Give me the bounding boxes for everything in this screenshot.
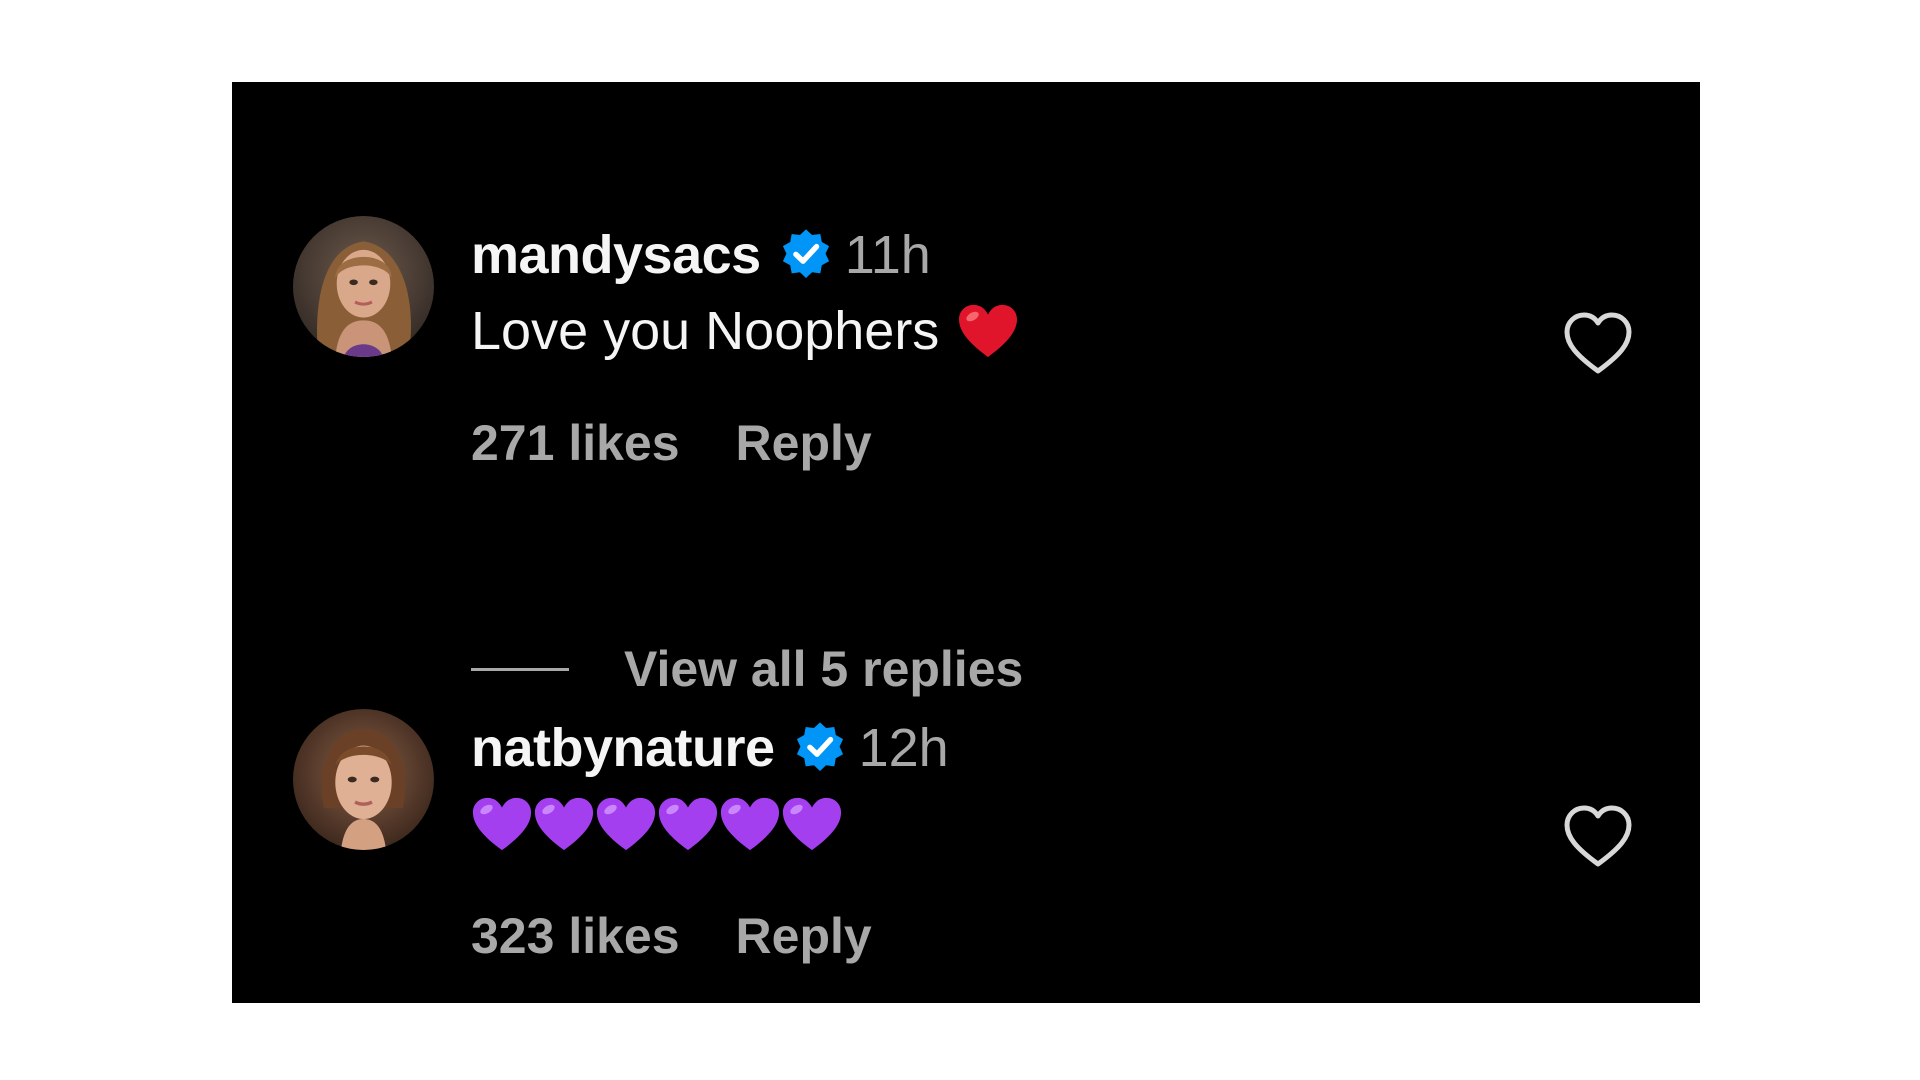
likes-count[interactable]: 271 likes bbox=[471, 414, 680, 472]
view-replies-label: View all 5 replies bbox=[624, 641, 1024, 697]
comment-body: Love you Noophers bbox=[471, 301, 940, 361]
avatar[interactable] bbox=[293, 709, 434, 850]
comments-panel: mandysacs 11h Love you Noophers 271 like… bbox=[232, 82, 1700, 1003]
verified-badge-icon bbox=[779, 228, 833, 282]
timestamp: 12h bbox=[858, 718, 949, 778]
avatar-photo bbox=[293, 216, 434, 357]
like-heart-icon[interactable] bbox=[1562, 804, 1634, 870]
avatar[interactable] bbox=[293, 216, 434, 357]
replies-divider bbox=[471, 667, 569, 671]
timestamp: 11h bbox=[844, 225, 931, 285]
purple-heart-emoji bbox=[781, 795, 843, 853]
view-replies-button[interactable]: View all 5 replies bbox=[471, 638, 1023, 700]
purple-heart-emoji bbox=[533, 795, 595, 853]
red-heart-emoji bbox=[957, 303, 1019, 359]
comment-header: natbynature 12h bbox=[471, 713, 949, 783]
verified-badge-icon bbox=[793, 721, 847, 775]
purple-heart-emoji bbox=[595, 795, 657, 853]
comment-meta: 323 likes Reply bbox=[471, 905, 872, 967]
purple-heart-emoji bbox=[719, 795, 781, 853]
avatar-photo bbox=[293, 709, 434, 850]
reply-button[interactable]: Reply bbox=[736, 414, 872, 472]
comment-header: mandysacs 11h bbox=[471, 220, 931, 290]
comment-meta: 271 likes Reply bbox=[471, 412, 872, 474]
purple-heart-emoji bbox=[471, 795, 533, 853]
purple-heart-emoji bbox=[657, 795, 719, 853]
username[interactable]: natbynature bbox=[471, 717, 775, 779]
comment-emojis bbox=[471, 789, 843, 859]
username[interactable]: mandysacs bbox=[471, 224, 761, 286]
like-heart-icon[interactable] bbox=[1562, 311, 1634, 377]
comment-text: Love you Noophers bbox=[471, 296, 1019, 366]
reply-button[interactable]: Reply bbox=[736, 907, 872, 965]
likes-count[interactable]: 323 likes bbox=[471, 907, 680, 965]
